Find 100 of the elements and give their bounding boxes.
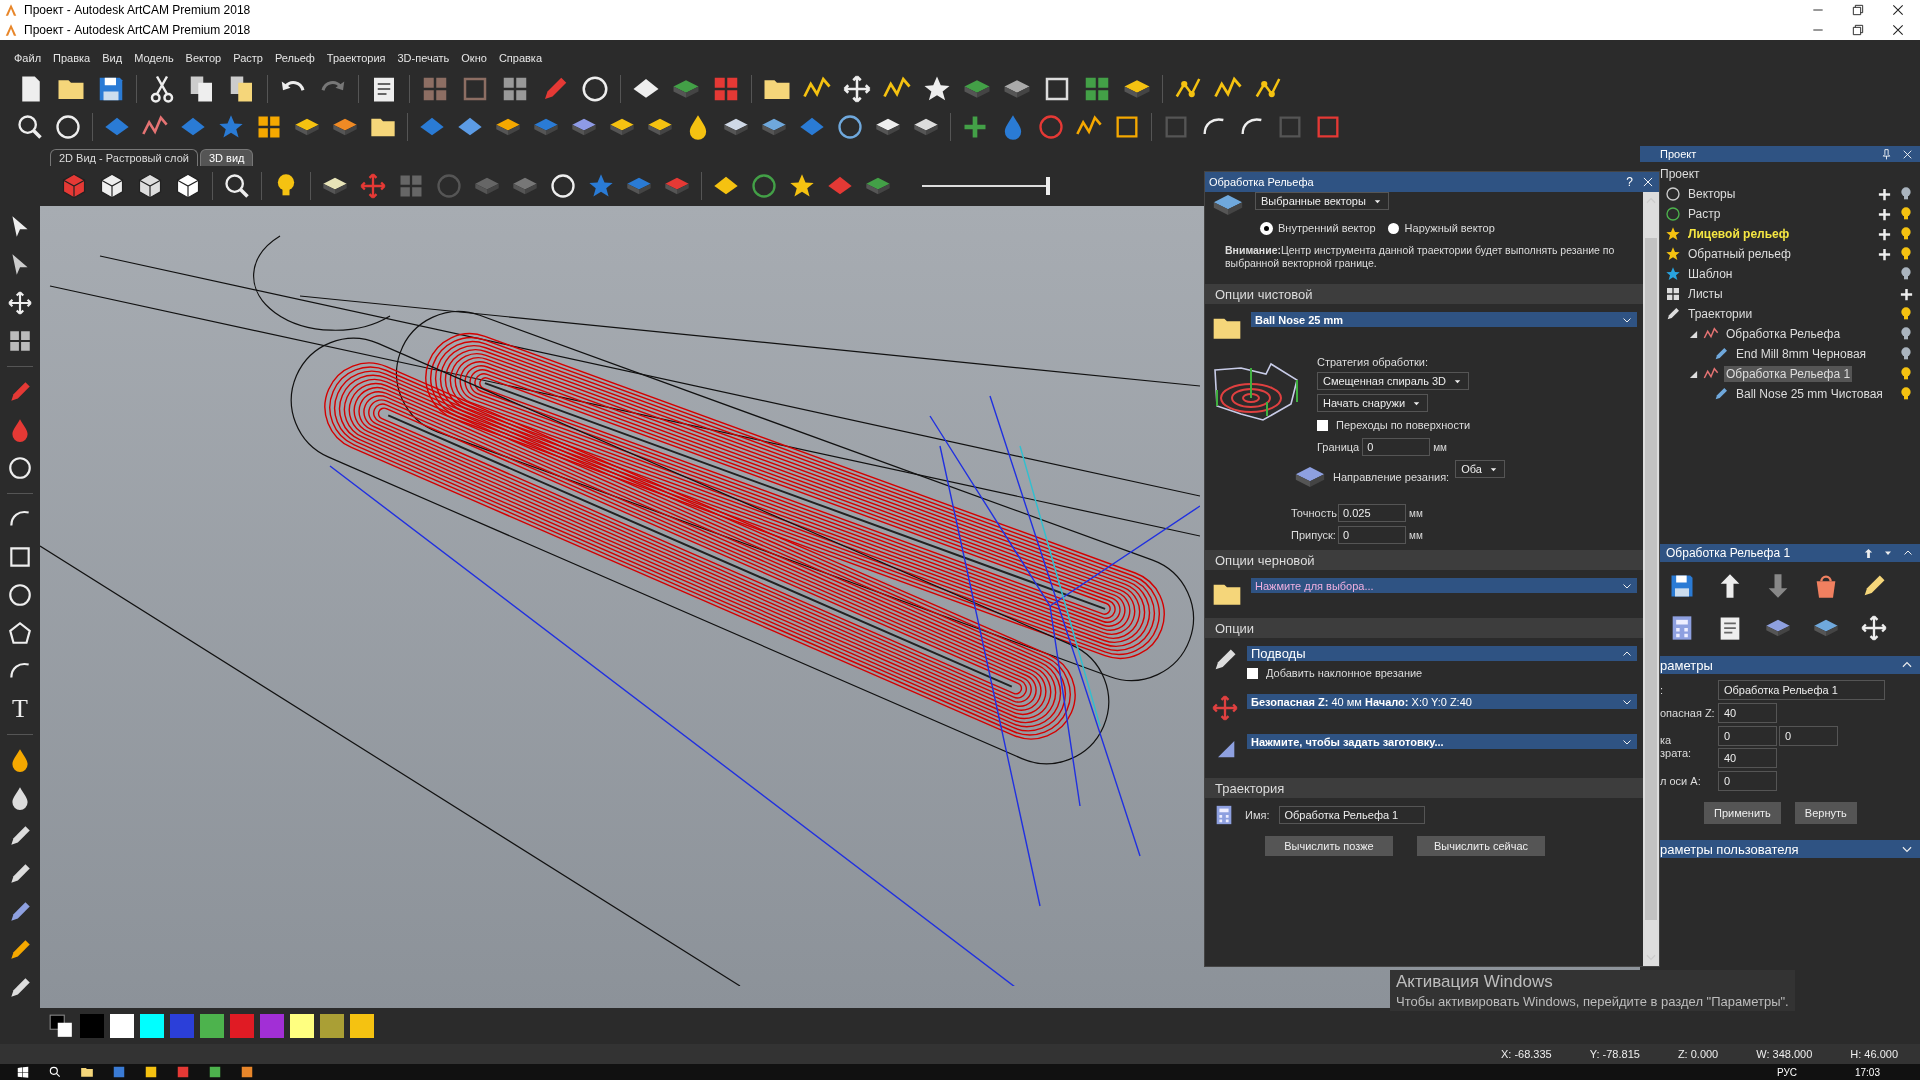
input-field[interactable]: 40 [1718,748,1777,768]
visibility-toggle[interactable] [1898,306,1914,322]
color-swatch[interactable] [320,1014,344,1038]
input-field[interactable]: Обработка Рельефа 1 [1718,680,1885,700]
input-field[interactable]: 0 [1718,726,1777,746]
checkbox-label[interactable]: Переходы по поверхности [1336,419,1471,431]
app-icon[interactable] [208,1065,222,1079]
tree-item[interactable]: Траектории [1686,306,1755,322]
tree-item[interactable]: Листы [1686,286,1725,302]
visibility-toggle[interactable] [1898,266,1914,282]
input-field[interactable]: 40 [1718,703,1777,723]
menu-item[interactable]: Справка [498,52,543,64]
arrow-up-icon[interactable] [1863,547,1874,559]
visibility-toggle[interactable] [1898,206,1914,222]
radio-label[interactable]: Наружный вектор [1404,222,1495,234]
close-button[interactable] [1890,2,1906,18]
add-button[interactable] [1877,226,1892,242]
circle-icon[interactable] [7,455,33,481]
menu-item[interactable]: Траектория [326,52,386,64]
menu-item[interactable]: Вид [102,52,123,64]
checkbox[interactable] [1317,419,1328,431]
menu-item[interactable]: Файл [14,52,42,64]
tree-item[interactable]: End Mill 8mm Черновая [1734,346,1869,362]
color-swatch[interactable] [170,1014,194,1038]
input-field[interactable]: Обработка Рельефа 1 [1279,806,1426,824]
circle-icon[interactable] [54,113,82,141]
tree-item[interactable]: Ball Nose 25 mm Чистовая [1734,386,1885,402]
add-button[interactable] [1877,206,1892,222]
radio-button[interactable] [1261,222,1272,234]
leads-header[interactable]: Подводы [1247,646,1637,661]
checkbox[interactable] [1247,667,1258,679]
visibility-toggle[interactable] [1898,226,1914,242]
text-tool[interactable]: T [12,696,28,722]
cube-icon[interactable] [174,172,202,200]
section-header[interactable]: раметры пользователя [1660,840,1920,858]
add-button[interactable] [1877,246,1892,262]
tree-item[interactable]: Векторы [1686,186,1738,202]
slider-thumb[interactable] [1046,177,1050,195]
menu-item[interactable]: Вектор [185,52,222,64]
input-field[interactable]: 0.025 [1338,504,1406,522]
tree-item[interactable]: Проект [1660,164,1914,184]
strategy-dropdown[interactable]: Смещенная спираль 3D [1317,372,1470,390]
restore-button[interactable] [1850,2,1866,18]
stock-dropdown[interactable]: Нажмите, чтобы задать заготовку... [1247,734,1637,749]
clock-time[interactable]: 17:03 [1854,1066,1920,1078]
color-swatch[interactable] [350,1014,374,1038]
tree-item[interactable]: Обработка Рельефа 1 [1724,366,1853,382]
visibility-toggle[interactable] [1898,246,1914,262]
cube-icon[interactable] [136,172,164,200]
start-icon[interactable] [16,1065,30,1079]
menu-item[interactable]: Растр [233,52,263,64]
color-swatch[interactable] [290,1014,314,1038]
expander-icon[interactable] [1689,329,1698,339]
view-tab[interactable]: 3D вид [199,149,254,166]
tree-item[interactable]: Растр [1686,206,1723,222]
panel-button[interactable]: Применить [1704,802,1781,824]
color-swatch[interactable] [200,1014,224,1038]
grid-icon[interactable] [7,328,33,354]
scrollbar[interactable] [1643,192,1659,966]
view-tab[interactable]: 2D Вид - Растровый слой [50,149,198,166]
tree-item[interactable]: Обратный рельеф [1686,246,1793,262]
restore-button[interactable] [1850,22,1866,38]
search-icon[interactable] [48,1065,62,1079]
dialog-button[interactable]: Вычислить сейчас [1417,836,1545,856]
close-button[interactable] [1890,22,1906,38]
expander-icon[interactable] [1689,369,1698,379]
visibility-toggle[interactable] [1898,326,1914,342]
tree-item[interactable]: Обработка Рельефа [1724,326,1843,342]
color-swatch[interactable] [260,1014,284,1038]
safe-z-dropdown[interactable]: Безопасная Z:40 мм Начало: X:0 Y:0 Z:40 [1247,694,1637,709]
color-swatch[interactable] [80,1014,104,1038]
circle-icon[interactable] [580,74,610,104]
help-button[interactable]: ? [1626,175,1633,189]
tool-dropdown[interactable]: Ball Nose 25 mm [1251,312,1637,327]
section-header[interactable]: раметры [1660,656,1920,674]
visibility-toggle[interactable] [1898,366,1914,382]
tool-dropdown[interactable]: Нажмите для выбора... [1251,578,1637,593]
input-field[interactable]: 0 [1779,726,1838,746]
zoom-icon[interactable] [16,113,44,141]
color-swatch[interactable] [110,1014,134,1038]
start-dropdown[interactable]: Начать снаружи [1317,394,1429,412]
app-icon[interactable] [240,1065,254,1079]
radio-button[interactable] [1387,222,1399,234]
tree-item[interactable]: Шаблон [1686,266,1735,282]
input-field[interactable]: 0 [1718,771,1777,791]
checkbox-label[interactable]: Добавить наклонное врезание [1266,667,1423,679]
radio-label[interactable]: Внутренний вектор [1278,222,1376,234]
close-button[interactable] [1641,175,1655,189]
visibility-toggle[interactable] [1898,186,1914,202]
color-swatch[interactable] [140,1014,164,1038]
menu-item[interactable]: Окно [461,52,487,64]
app-icon[interactable] [144,1065,158,1079]
menu-item[interactable]: Рельеф [274,52,315,64]
direction-dropdown[interactable]: Оба [1455,460,1505,478]
view-slider[interactable] [922,177,1050,195]
circle-icon[interactable] [7,582,33,608]
color-pair-icon[interactable] [48,1013,74,1039]
circle-icon[interactable] [836,113,864,141]
zoom-icon[interactable] [223,172,251,200]
dialog-button[interactable]: Вычислить позже [1265,836,1393,856]
